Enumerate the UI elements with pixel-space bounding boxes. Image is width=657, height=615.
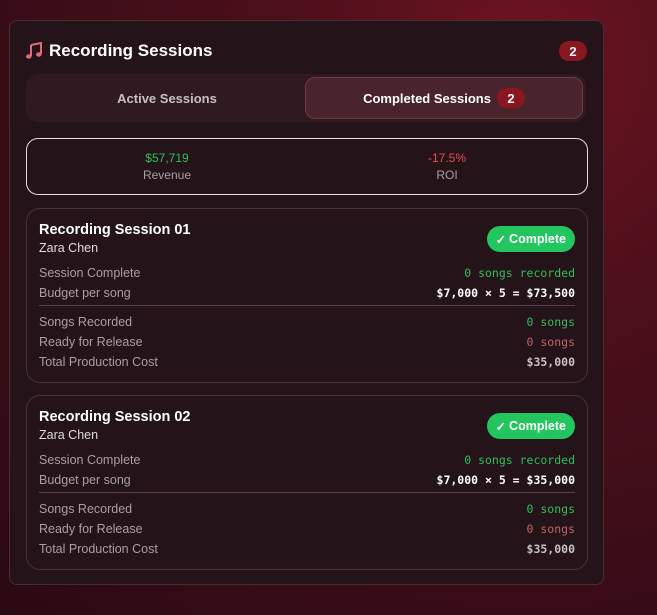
session-title: Recording Session 02 — [39, 409, 191, 425]
row-value: $35,000 — [526, 542, 575, 556]
tab-count-badge: 2 — [496, 88, 525, 108]
session-title: Recording Session 01 — [39, 222, 191, 238]
panel-header: Recording Sessions 2 — [25, 39, 587, 63]
production-cost-row: Total Production Cost $35,000 — [39, 355, 575, 369]
revenue-stat: $57,719 Revenue — [27, 139, 307, 194]
row-value: 0 songs — [526, 522, 575, 536]
tab-label: Completed Sessions — [363, 90, 491, 106]
divider — [39, 492, 575, 493]
row-value: 0 songs — [526, 315, 575, 329]
session-artist: Zara Chen — [39, 241, 99, 255]
status-badge: ✓ Complete — [486, 413, 575, 439]
revenue-value: $57,719 — [145, 151, 189, 165]
row-label: Total Production Cost — [39, 355, 158, 369]
row-label: Ready for Release — [39, 335, 143, 349]
row-value: $7,000 × 5 = $73,500 — [436, 286, 575, 300]
session-card[interactable]: Recording Session 01 Zara Chen ✓ Complet… — [26, 208, 588, 383]
recording-sessions-panel: Recording Sessions 2 Active Sessions Com… — [9, 20, 604, 585]
production-cost-row: Total Production Cost $35,000 — [39, 542, 575, 556]
row-value: $35,000 — [526, 355, 575, 369]
tab-active-sessions[interactable]: Active Sessions — [29, 77, 305, 119]
divider — [39, 305, 575, 306]
check-icon: ✓ — [495, 419, 507, 434]
session-artist: Zara Chen — [39, 428, 99, 442]
budget-row: Budget per song $7,000 × 5 = $35,000 — [39, 473, 575, 487]
status-label: Complete — [509, 232, 566, 246]
tab-completed-sessions[interactable]: Completed Sessions 2 — [305, 77, 583, 119]
row-label: Budget per song — [39, 473, 131, 487]
row-label: Ready for Release — [39, 522, 143, 536]
session-complete-row: Session Complete 0 songs recorded — [39, 266, 575, 280]
revenue-label: Revenue — [142, 168, 192, 182]
row-value: 0 songs recorded — [464, 266, 575, 280]
roi-stat: -17.5% ROI — [307, 139, 587, 194]
roi-label: ROI — [436, 168, 458, 182]
row-label: Total Production Cost — [39, 542, 158, 556]
session-complete-row: Session Complete 0 songs recorded — [39, 453, 575, 467]
row-label: Budget per song — [39, 286, 131, 300]
row-value: 0 songs — [526, 502, 575, 516]
tab-label: Active Sessions — [117, 90, 217, 106]
panel-title: Recording Sessions — [49, 41, 213, 60]
row-value: $7,000 × 5 = $35,000 — [436, 473, 575, 487]
ready-for-release-row: Ready for Release 0 songs — [39, 335, 575, 349]
summary-stats: $57,719 Revenue -17.5% ROI — [26, 138, 588, 195]
row-label: Session Complete — [39, 453, 141, 467]
ready-for-release-row: Ready for Release 0 songs — [39, 522, 575, 536]
songs-recorded-row: Songs Recorded 0 songs — [39, 315, 575, 329]
row-value: 0 songs recorded — [464, 453, 575, 467]
status-label: Complete — [509, 419, 566, 433]
row-value: 0 songs — [526, 335, 575, 349]
songs-recorded-row: Songs Recorded 0 songs — [39, 502, 575, 516]
session-tabs: Active Sessions Completed Sessions 2 — [26, 74, 586, 122]
status-badge: ✓ Complete — [486, 226, 575, 252]
roi-value: -17.5% — [427, 151, 467, 165]
session-card[interactable]: Recording Session 02 Zara Chen ✓ Complet… — [26, 395, 588, 570]
session-count-badge: 2 — [559, 41, 587, 61]
budget-row: Budget per song $7,000 × 5 = $73,500 — [39, 286, 575, 300]
music-note-icon — [25, 42, 43, 60]
check-icon: ✓ — [495, 232, 507, 247]
row-label: Songs Recorded — [39, 502, 133, 516]
row-label: Songs Recorded — [39, 315, 133, 329]
row-label: Session Complete — [39, 266, 141, 280]
